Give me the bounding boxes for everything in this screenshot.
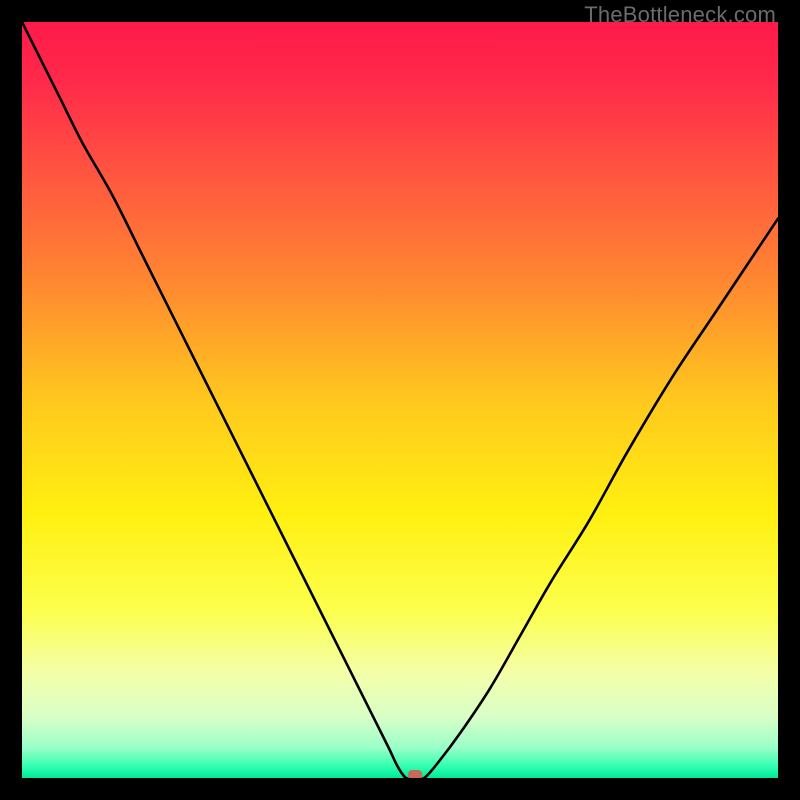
plot-area — [22, 22, 778, 778]
chart-background — [22, 22, 778, 778]
bottleneck-chart — [22, 22, 778, 778]
chart-frame: TheBottleneck.com — [0, 0, 800, 800]
operating-point-marker — [408, 770, 422, 778]
